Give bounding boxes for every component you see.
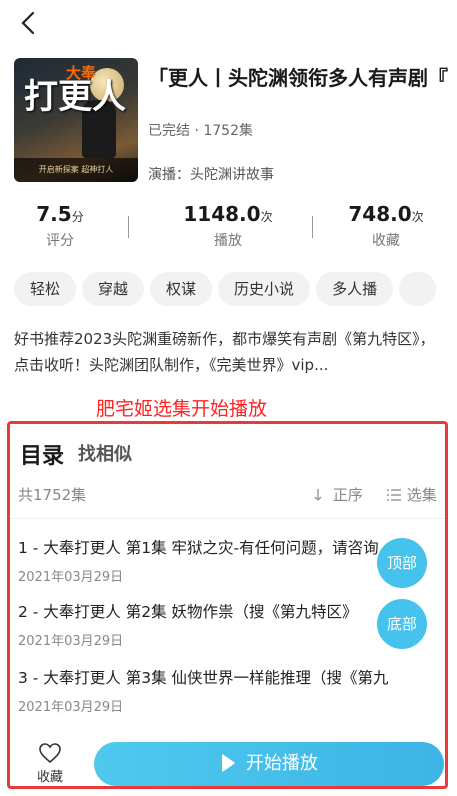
tag-pill[interactable]: 权谋: [150, 272, 213, 306]
sort-icon: [314, 489, 322, 501]
list-icon: [387, 489, 401, 501]
tag-pill[interactable]: 历史小说: [218, 272, 311, 306]
select-episodes-button[interactable]: 选集: [386, 484, 437, 505]
tag-pill[interactable]: 穿越: [82, 272, 145, 306]
book-title: 「更人丨头陀渊领衔多人有声剧『: [148, 66, 448, 90]
tag-pill-more[interactable]: [399, 272, 436, 306]
cover-title: 打更人: [24, 77, 126, 117]
toc-title: 目录: [20, 444, 65, 469]
toc-panel: 目录 找相似 共1752集 正序 选集 1 - 大奉打更人 第1集 牢狱之灾-有…: [7, 421, 448, 789]
stats-row: 7.5分 评分 1148.0次 播放 748.0次 收藏: [0, 202, 457, 262]
book-status: 已完结 · 1752集: [148, 123, 253, 139]
stat-favorites: 748.0次 收藏: [348, 202, 424, 249]
tag-pill[interactable]: 多人播: [316, 272, 394, 306]
promo-text: 肥宅姬选集开始播放: [96, 398, 268, 420]
favorite-button[interactable]: 收藏: [30, 742, 70, 785]
start-play-button[interactable]: 开始播放: [94, 742, 444, 786]
chevron-left-icon: [21, 11, 35, 35]
cover-slogan: 开启新探案 超神打人: [14, 158, 138, 182]
episode-item[interactable]: 2 - 大奉打更人 第2集 妖物作祟（搜《第九特区》 2021年03月29日: [18, 600, 438, 649]
stat-plays: 1148.0次 播放: [183, 202, 273, 249]
episode-item[interactable]: 1 - 大奉打更人 第1集 牢狱之灾-有任何问题，请咨询 2021年03月29日: [18, 536, 438, 585]
book-description[interactable]: 好书推荐2023头陀渊重磅新作，都市爆笑有声剧《第九特区》，点击收听！头陀渊团队…: [14, 326, 444, 378]
scroll-bottom-button[interactable]: 底部: [377, 599, 427, 649]
heart-icon: [39, 743, 61, 764]
sort-order-button[interactable]: 正序: [314, 484, 363, 505]
book-cover[interactable]: 大奉 打更人 开启新探案 超神打人: [14, 58, 138, 182]
tag-list: 轻松 穿越 权谋 历史小说 多人播: [14, 272, 457, 306]
scroll-top-button[interactable]: 顶部: [377, 538, 427, 588]
play-icon: [222, 754, 235, 772]
stat-rating: 7.5分 评分: [36, 202, 84, 249]
book-narrator[interactable]: 演播：头陀渊讲故事: [148, 164, 274, 184]
find-similar-tab[interactable]: 找相似: [78, 440, 132, 466]
episode-count: 共1752集: [18, 486, 87, 504]
back-button[interactable]: [14, 8, 44, 38]
episode-item[interactable]: 3 - 大奉打更人 第3集 仙侠世界一样能推理（搜《第九 2021年03月29日: [18, 666, 438, 715]
tag-pill[interactable]: 轻松: [14, 272, 77, 306]
